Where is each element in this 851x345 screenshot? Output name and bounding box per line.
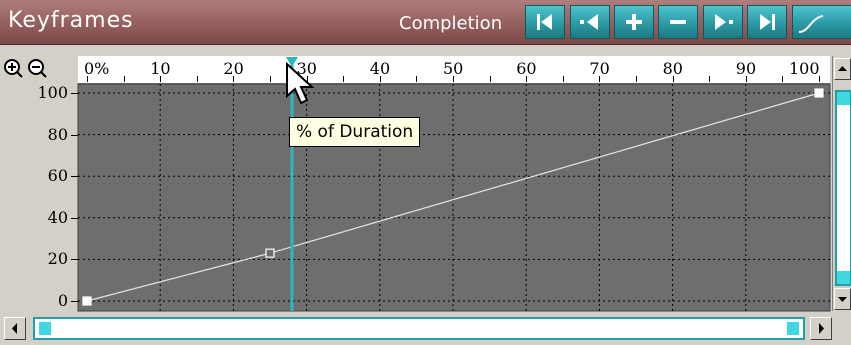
scroll-left-button[interactable] [4, 317, 26, 340]
mouse-pointer-icon [286, 62, 315, 105]
keyframe-marker[interactable] [82, 296, 92, 306]
thumb-handle-left[interactable] [39, 322, 51, 335]
horizontal-scroll-thumb[interactable] [33, 317, 805, 340]
horizontal-scrollbar[interactable] [0, 313, 851, 345]
keyframe-marker[interactable] [814, 88, 824, 98]
arrow-left-icon [12, 323, 17, 334]
arrow-up-icon [838, 66, 847, 71]
keyframe-marker[interactable] [265, 248, 275, 258]
curve-editor[interactable] [0, 0, 851, 345]
plot-background[interactable] [77, 83, 831, 312]
arrow-down-icon [838, 297, 847, 302]
scroll-up-button[interactable] [834, 58, 851, 80]
duration-tooltip: % of Duration [289, 117, 421, 147]
thumb-handle-bottom[interactable] [837, 271, 850, 284]
vertical-scrollbar[interactable] [832, 56, 851, 311]
vertical-scroll-thumb[interactable] [835, 90, 851, 286]
thumb-handle-right[interactable] [787, 322, 799, 335]
arrow-right-icon [819, 323, 824, 334]
thumb-handle-top[interactable] [837, 92, 850, 105]
scroll-down-button[interactable] [834, 288, 851, 310]
scroll-right-button[interactable] [810, 317, 832, 340]
